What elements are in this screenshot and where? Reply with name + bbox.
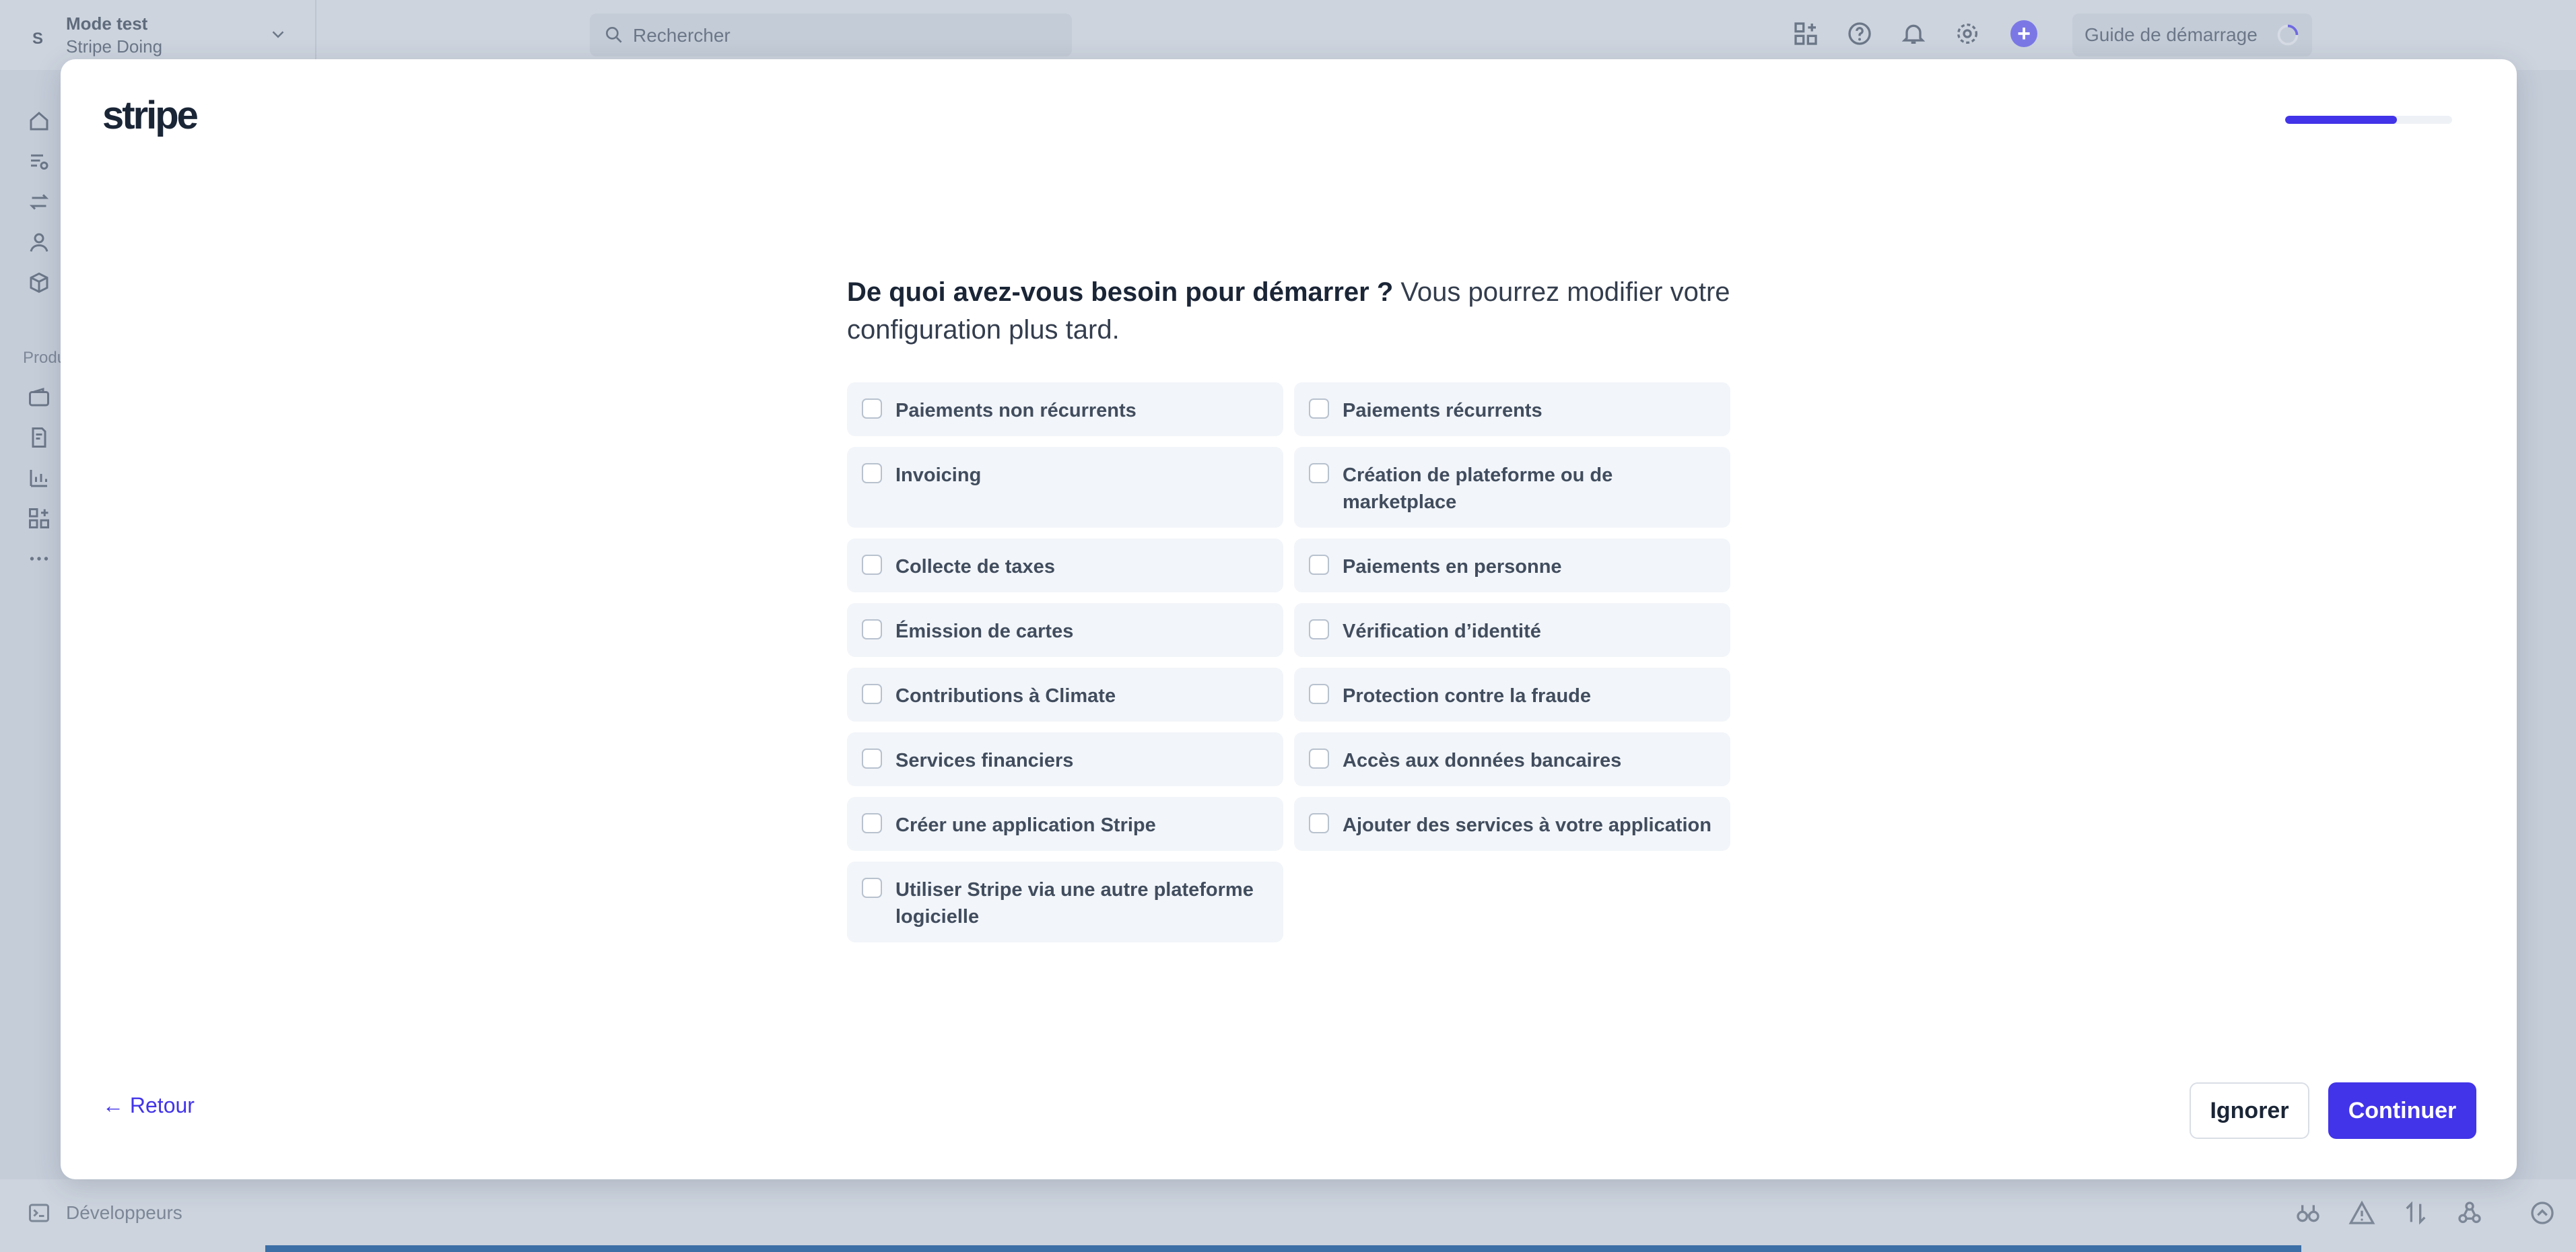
invoice-icon[interactable] (27, 425, 51, 450)
progress-fill (2285, 116, 2398, 124)
checkbox[interactable] (862, 878, 882, 898)
apps-icon[interactable] (1792, 20, 1819, 47)
back-link[interactable]: ← Retour (102, 1093, 195, 1118)
checkbox[interactable] (1309, 619, 1329, 639)
option-tax-collection[interactable]: Collecte de taxes (847, 538, 1283, 592)
checkbox[interactable] (862, 555, 882, 575)
sidebar-section-label: Produ (23, 349, 67, 367)
product-box-icon[interactable] (27, 271, 51, 295)
checkbox[interactable] (1309, 398, 1329, 419)
option-create-stripe-app[interactable]: Créer une application Stripe (847, 797, 1283, 851)
option-label: Création de plateforme ou de marketplace (1343, 464, 1613, 513)
chevron-up-circle-icon[interactable] (2529, 1199, 2556, 1226)
account-avatar: S (32, 30, 43, 48)
option-label: Créer une application Stripe (895, 814, 1156, 836)
ignore-button[interactable]: Ignorer (2190, 1082, 2309, 1139)
checkbox[interactable] (862, 749, 882, 769)
option-identity-verification[interactable]: Vérification d’identité (1294, 603, 1730, 657)
option-bank-data-access[interactable]: Accès aux données bancaires (1294, 732, 1730, 786)
checkbox[interactable] (862, 684, 882, 704)
option-fraud-protection[interactable]: Protection contre la fraude (1294, 668, 1730, 722)
stripe-logo: stripe (102, 94, 199, 137)
checkbox[interactable] (862, 619, 882, 639)
more-apps-icon[interactable] (27, 506, 51, 530)
chevron-down-icon (272, 31, 284, 38)
search-icon (606, 26, 622, 43)
option-label: Émission de cartes (895, 621, 1074, 642)
checkbox[interactable] (1309, 749, 1329, 769)
checkbox[interactable] (1309, 463, 1329, 483)
setup-guide-label: Guide de démarrage (2084, 24, 2258, 45)
checkbox[interactable] (1309, 684, 1329, 704)
onboarding-modal: stripe De quoi avez-vous besoin pour dém… (61, 59, 2517, 1179)
option-label: Vérification d’identité (1343, 621, 1541, 642)
developers-label[interactable]: Développeurs (66, 1202, 182, 1224)
option-label: Services financiers (895, 750, 1074, 771)
option-financial-services[interactable]: Services financiers (847, 732, 1283, 786)
account-name: Stripe Doing (66, 36, 163, 57)
option-one-time-payments[interactable]: Paiements non récurrents (847, 382, 1283, 436)
option-label: Paiements non récurrents (895, 400, 1137, 421)
checkbox[interactable] (1309, 813, 1329, 833)
option-label: Invoicing (895, 464, 982, 486)
balances-icon[interactable] (27, 149, 51, 174)
option-label: Paiements en personne (1343, 556, 1562, 578)
binoculars-icon[interactable] (2295, 1199, 2321, 1226)
terminal-icon (29, 1204, 49, 1222)
checkbox[interactable] (1309, 555, 1329, 575)
option-label: Accès aux données bancaires (1343, 750, 1622, 771)
reports-chart-icon[interactable] (27, 466, 51, 490)
option-label: Collecte de taxes (895, 556, 1055, 578)
option-card-issuing[interactable]: Émission de cartes (847, 603, 1283, 657)
option-in-person-payments[interactable]: Paiements en personne (1294, 538, 1730, 592)
warning-icon[interactable] (2348, 1199, 2375, 1226)
option-invoicing[interactable]: Invoicing (847, 447, 1283, 528)
customers-icon[interactable] (27, 230, 51, 254)
bell-icon[interactable] (1900, 20, 1927, 47)
search-input[interactable] (632, 20, 1052, 51)
setup-guide-button[interactable]: Guide de démarrage (2072, 13, 2312, 57)
progress-ring-icon (2277, 24, 2299, 46)
gear-icon[interactable] (1954, 20, 1981, 47)
wallet-icon[interactable] (27, 385, 51, 409)
more-dots-icon[interactable] (27, 547, 51, 571)
create-plus-button[interactable]: + (2010, 20, 2037, 47)
option-platform-marketplace[interactable]: Création de plateforme ou de marketplace (1294, 447, 1730, 528)
option-add-services-to-app[interactable]: Ajouter des services à votre application (1294, 797, 1730, 851)
webhooks-icon[interactable] (2456, 1199, 2483, 1226)
search-bar[interactable] (590, 13, 1072, 57)
option-label: Paiements récurrents (1343, 400, 1543, 421)
checkbox[interactable] (862, 813, 882, 833)
option-other-platform[interactable]: Utiliser Stripe via une autre plateforme… (847, 862, 1283, 942)
question-title: De quoi avez-vous besoin pour démarrer ? (847, 277, 1394, 307)
developers-bar: Développeurs (0, 1179, 2576, 1252)
account-mode: Mode test (66, 13, 148, 34)
option-label: Utiliser Stripe via une autre plateforme… (895, 879, 1254, 928)
status-strip (265, 1245, 2301, 1252)
question-heading: De quoi avez-vous besoin pour démarrer ?… (847, 273, 1736, 349)
home-icon[interactable] (27, 109, 51, 133)
option-label: Protection contre la fraude (1343, 685, 1592, 707)
option-label: Ajouter des services à votre application (1343, 814, 1711, 836)
sort-arrows-icon[interactable] (2402, 1199, 2429, 1226)
checkbox[interactable] (862, 463, 882, 483)
onboarding-progress (2285, 116, 2452, 124)
option-recurring-payments[interactable]: Paiements récurrents (1294, 382, 1730, 436)
checkbox[interactable] (862, 398, 882, 419)
help-icon[interactable] (1846, 20, 1873, 47)
transactions-icon[interactable] (27, 190, 51, 214)
option-climate[interactable]: Contributions à Climate (847, 668, 1283, 722)
continue-button[interactable]: Continuer (2328, 1082, 2476, 1139)
option-label: Contributions à Climate (895, 685, 1116, 707)
account-switcher[interactable]: S Mode test Stripe Doing (23, 12, 292, 59)
